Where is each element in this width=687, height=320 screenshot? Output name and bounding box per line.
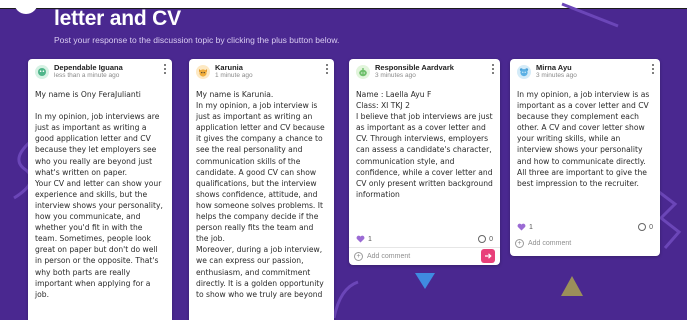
aardvark-icon xyxy=(359,68,367,77)
author-name: Dependable Iguana xyxy=(54,63,123,72)
post-body: My name is Ony FeraJulianti In my opinio… xyxy=(35,90,163,299)
send-comment-button[interactable] xyxy=(481,249,495,263)
post-header: Responsible Aardvark 3 minutes ago xyxy=(349,59,500,87)
more-options-icon[interactable] xyxy=(162,63,168,75)
avatar xyxy=(517,65,531,79)
divider xyxy=(349,247,500,248)
page-title: letter and CV xyxy=(54,7,181,30)
post-card-dependable-iguana[interactable]: Dependable Iguana less than a minute ago… xyxy=(28,59,172,320)
more-options-icon[interactable] xyxy=(324,63,330,75)
like-count: 1 xyxy=(368,235,372,243)
more-options-icon[interactable] xyxy=(650,63,656,75)
comment-count: 0 xyxy=(478,235,493,243)
add-comment-placeholder: Add comment xyxy=(367,252,411,260)
post-card-responsible-aardvark[interactable]: Responsible Aardvark 3 minutes ago Name … xyxy=(349,59,500,265)
add-comment-placeholder: Add comment xyxy=(528,239,572,247)
add-comment-field[interactable]: + Add comment xyxy=(515,236,655,250)
iguana-icon xyxy=(38,68,46,76)
curve-decoration-bottom xyxy=(332,280,359,319)
avatar xyxy=(35,65,49,79)
post-body: My name is Karunia. In my opinion, a job… xyxy=(196,90,325,299)
post-body: Name : Laella Ayu F Class: XI TKJ 2 I be… xyxy=(356,90,493,199)
comment-bubble-icon xyxy=(478,235,487,243)
post-header: Dependable Iguana less than a minute ago xyxy=(28,59,172,87)
triangle-decoration-blue xyxy=(415,273,435,289)
bear-icon xyxy=(519,68,529,77)
post-card-mirna-ayu[interactable]: Mirna Ayu 3 minutes ago In my opinion, a… xyxy=(510,59,660,256)
heart-icon xyxy=(517,223,526,231)
like-count: 1 xyxy=(529,223,533,231)
post-timestamp: 3 minutes ago xyxy=(375,72,416,79)
plus-icon: + xyxy=(354,251,363,261)
top-bar-decoration xyxy=(14,0,38,14)
post-timestamp: 3 minutes ago xyxy=(536,72,577,79)
post-timestamp: less than a minute ago xyxy=(54,72,120,79)
comment-count-value: 0 xyxy=(489,235,493,243)
author-name: Responsible Aardvark xyxy=(375,63,454,72)
post-card-karunia[interactable]: Karunia 1 minute ago My name is Karunia.… xyxy=(189,59,334,320)
cat-icon xyxy=(199,69,207,77)
avatar xyxy=(196,65,210,79)
comment-count-value: 0 xyxy=(649,223,653,231)
triangle-decoration-olive xyxy=(561,276,583,296)
like-button[interactable]: 1 xyxy=(356,235,372,243)
post-reactions: 1 0 xyxy=(356,233,493,245)
comment-bubble-icon xyxy=(638,223,647,231)
plus-icon: + xyxy=(515,238,524,248)
more-options-icon[interactable] xyxy=(490,63,496,75)
like-button[interactable]: 1 xyxy=(517,223,533,231)
post-header: Karunia 1 minute ago xyxy=(189,59,334,87)
post-reactions: 1 0 xyxy=(517,221,653,233)
post-timestamp: 1 minute ago xyxy=(215,72,253,79)
post-body: In my opinion, a job interview is as imp… xyxy=(517,90,652,188)
line-decoration-top-right xyxy=(561,2,619,28)
post-header: Mirna Ayu 3 minutes ago xyxy=(510,59,660,87)
page-subtitle: Post your response to the discussion top… xyxy=(54,35,340,45)
arrow-right-icon xyxy=(485,253,492,259)
author-name: Karunia xyxy=(215,63,243,72)
avatar xyxy=(356,65,370,79)
author-name: Mirna Ayu xyxy=(536,63,572,72)
add-comment-field[interactable]: + Add comment xyxy=(354,249,495,263)
board-header: letter and CV Post your response to the … xyxy=(54,7,339,45)
heart-icon xyxy=(356,235,365,243)
comment-count: 0 xyxy=(638,223,653,231)
